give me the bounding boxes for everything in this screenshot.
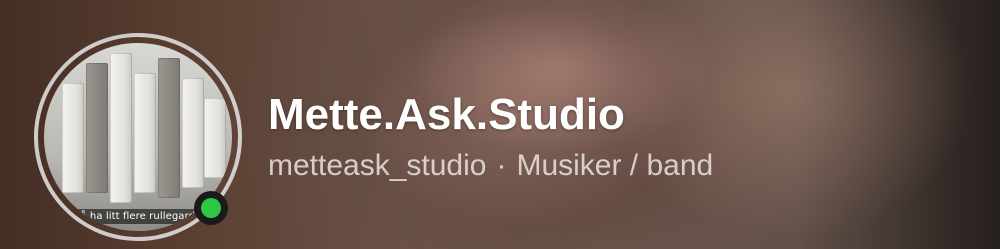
profile-category: Musiker / band xyxy=(516,149,714,182)
subtitle-separator: · xyxy=(496,149,507,182)
online-status-icon xyxy=(201,198,221,218)
profile-subtitle: metteask_studio · Musiker / band xyxy=(268,149,713,183)
profile-header: Må ha litt flere rullegardin Mette.Ask.S… xyxy=(0,0,1000,249)
profile-avatar[interactable]: Må ha litt flere rullegardin xyxy=(34,33,242,241)
online-status-badge xyxy=(194,191,228,225)
profile-username[interactable]: metteask_studio xyxy=(268,149,486,182)
profile-display-name: Mette.Ask.Studio xyxy=(268,90,625,139)
